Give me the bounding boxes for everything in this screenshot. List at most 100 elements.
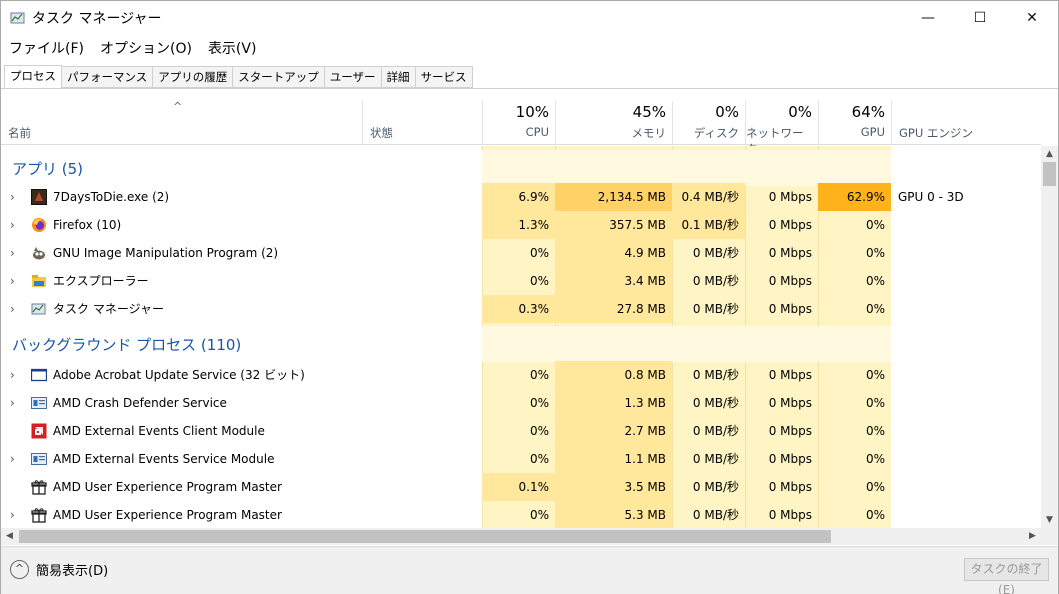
column-cpu[interactable]: 10% CPU	[482, 101, 555, 145]
menu-options[interactable]: オプション(O)	[92, 37, 200, 61]
column-gpu[interactable]: 64% GPU	[818, 101, 891, 145]
column-memory[interactable]: 45% メモリ	[555, 101, 672, 145]
memory-value: 5.3 MB	[555, 501, 672, 528]
scroll-up-icon[interactable]: ▲	[1041, 146, 1058, 162]
expand-chevron-icon[interactable]: ›	[10, 501, 20, 528]
menu-file[interactable]: ファイル(F)	[1, 37, 92, 61]
disk-value: 0 MB/秒	[692, 396, 739, 410]
expand-chevron-icon[interactable]: ›	[10, 239, 20, 267]
tab-performance[interactable]: パフォーマンス	[62, 66, 154, 88]
expand-chevron-icon[interactable]: ›	[10, 445, 20, 473]
scroll-down-icon[interactable]: ▼	[1041, 512, 1058, 528]
close-button[interactable]: ✕	[1006, 1, 1058, 35]
process-row[interactable]: › Adobe Acrobat Update Service (32 ビット) …	[1, 361, 1041, 389]
window-icon	[31, 368, 47, 382]
network-value: 0 Mbps	[768, 302, 812, 316]
disk-value: 0 MB/秒	[692, 246, 739, 260]
expand-chevron-icon[interactable]: ›	[10, 389, 20, 417]
gift-icon	[31, 508, 47, 523]
tab-app-history[interactable]: アプリの履歴	[153, 66, 234, 88]
column-gpu-label: GPU	[860, 125, 885, 139]
expand-chevron-icon[interactable]: ›	[10, 361, 20, 389]
gpu-value: 0%	[865, 218, 885, 232]
tab-services[interactable]: サービス	[415, 66, 473, 88]
memory-value: 2.7 MB	[555, 417, 672, 445]
scroll-left-icon[interactable]: ◀	[1, 528, 18, 545]
amd-icon	[31, 423, 47, 439]
column-status-label: 状態	[370, 126, 393, 140]
service-icon	[31, 453, 47, 465]
minimize-button[interactable]: —	[902, 1, 954, 35]
tab-strip: プロセス パフォーマンス アプリの履歴 スタートアップ ユーザー 詳細 サービス	[4, 65, 473, 89]
network-value: 0 Mbps	[768, 480, 812, 494]
network-total-percent: 0%	[788, 103, 812, 121]
process-list: アプリ (5) › 7DaysToDie.exe (2) 6.9% 2,134.…	[1, 146, 1041, 528]
network-value: 0 Mbps	[768, 218, 812, 232]
process-name: AMD User Experience Program Master	[53, 480, 282, 494]
column-cpu-label: CPU	[525, 125, 549, 139]
task-manager-window: タスク マネージャー — ☐ ✕ ファイル(F) オプション(O) 表示(V) …	[0, 0, 1059, 594]
process-row[interactable]: › AMD Crash Defender Service 0% 1.3 MB 0…	[1, 389, 1041, 417]
horizontal-scroll-thumb[interactable]	[19, 530, 831, 543]
fewer-details-toggle[interactable]: ^ 簡易表示(D)	[10, 560, 108, 579]
scroll-right-icon[interactable]: ▶	[1024, 528, 1041, 545]
tab-divider	[1, 88, 1058, 89]
network-value: 0 Mbps	[768, 396, 812, 410]
column-status[interactable]: 状態	[362, 101, 482, 145]
vertical-scroll-thumb[interactable]	[1043, 162, 1056, 186]
memory-total-percent: 45%	[632, 103, 666, 121]
horizontal-scrollbar[interactable]: ◀ ▶	[1, 528, 1058, 545]
memory-value: 357.5 MB	[555, 211, 672, 239]
column-gpu-engine-label: GPU エンジン	[899, 126, 973, 140]
process-row[interactable]: › エクスプローラー 0% 3.4 MB 0 MB/秒 0 Mbps 0%	[1, 267, 1041, 295]
column-gpu-engine[interactable]: GPU エンジン	[891, 101, 1041, 145]
network-value: 0 Mbps	[768, 368, 812, 382]
memory-value: 2,134.5 MB	[555, 183, 672, 211]
end-task-button[interactable]: タスクの終了(E)	[964, 558, 1049, 594]
network-value: 0 Mbps	[768, 274, 812, 288]
disk-value: 0 MB/秒	[692, 508, 739, 522]
group-apps[interactable]: アプリ (5)	[1, 150, 1041, 186]
tab-processes[interactable]: プロセス	[4, 65, 62, 89]
group-background[interactable]: バックグラウンド プロセス (110)	[1, 326, 1041, 362]
disk-value: 0 MB/秒	[692, 274, 739, 288]
process-row[interactable]: AMD User Experience Program Master 0.1% …	[1, 473, 1041, 501]
service-icon	[31, 397, 47, 409]
gpu-value: 0%	[865, 302, 885, 316]
process-row[interactable]: › GNU Image Manipulation Program (2) 0% …	[1, 239, 1041, 267]
maximize-button[interactable]: ☐	[954, 1, 1006, 35]
expand-chevron-icon[interactable]: ›	[10, 267, 20, 295]
menu-view[interactable]: 表示(V)	[200, 37, 265, 61]
column-name-label: 名前	[8, 126, 31, 140]
expand-chevron-icon[interactable]: ›	[10, 295, 20, 323]
column-disk-label: ディスク	[693, 126, 739, 140]
expand-chevron-icon[interactable]: ›	[10, 211, 20, 239]
window-title: タスク マネージャー	[32, 11, 162, 27]
column-network[interactable]: 0% ネットワーク	[745, 101, 818, 156]
column-disk[interactable]: 0% ディスク	[672, 101, 745, 145]
cpu-value: 1.3%	[482, 211, 555, 239]
sort-up-icon: ^	[173, 100, 183, 113]
column-name[interactable]: ^ 名前	[1, 100, 362, 145]
process-name: AMD External Events Client Module	[53, 424, 265, 438]
gpu-value: 0%	[865, 246, 885, 260]
disk-total-percent: 0%	[715, 103, 739, 121]
cpu-value: 0%	[529, 246, 549, 260]
process-row[interactable]: AMD External Events Client Module 0% 2.7…	[1, 417, 1041, 445]
process-row[interactable]: › タスク マネージャー 0.3% 27.8 MB 0 MB/秒 0 Mbps …	[1, 295, 1041, 323]
tab-startup[interactable]: スタートアップ	[233, 66, 325, 88]
process-row[interactable]: › 7DaysToDie.exe (2) 6.9% 2,134.5 MB 0.4…	[1, 183, 1041, 211]
tab-users[interactable]: ユーザー	[324, 66, 382, 88]
network-value: 0 Mbps	[768, 190, 812, 204]
vertical-scrollbar[interactable]: ▲ ▼	[1041, 146, 1058, 528]
tab-details[interactable]: 詳細	[381, 66, 416, 88]
memory-value: 0.8 MB	[555, 361, 672, 389]
memory-value: 1.3 MB	[555, 389, 672, 417]
process-row[interactable]: › AMD User Experience Program Master 0% …	[1, 501, 1041, 528]
gpu-value: 62.9%	[818, 183, 891, 211]
cpu-value: 0.3%	[482, 295, 555, 323]
disk-value: 0 MB/秒	[692, 480, 739, 494]
process-row[interactable]: › AMD External Events Service Module 0% …	[1, 445, 1041, 473]
process-row[interactable]: › Firefox (10) 1.3% 357.5 MB 0.1 MB/秒 0 …	[1, 211, 1041, 239]
expand-chevron-icon[interactable]: ›	[10, 183, 20, 211]
